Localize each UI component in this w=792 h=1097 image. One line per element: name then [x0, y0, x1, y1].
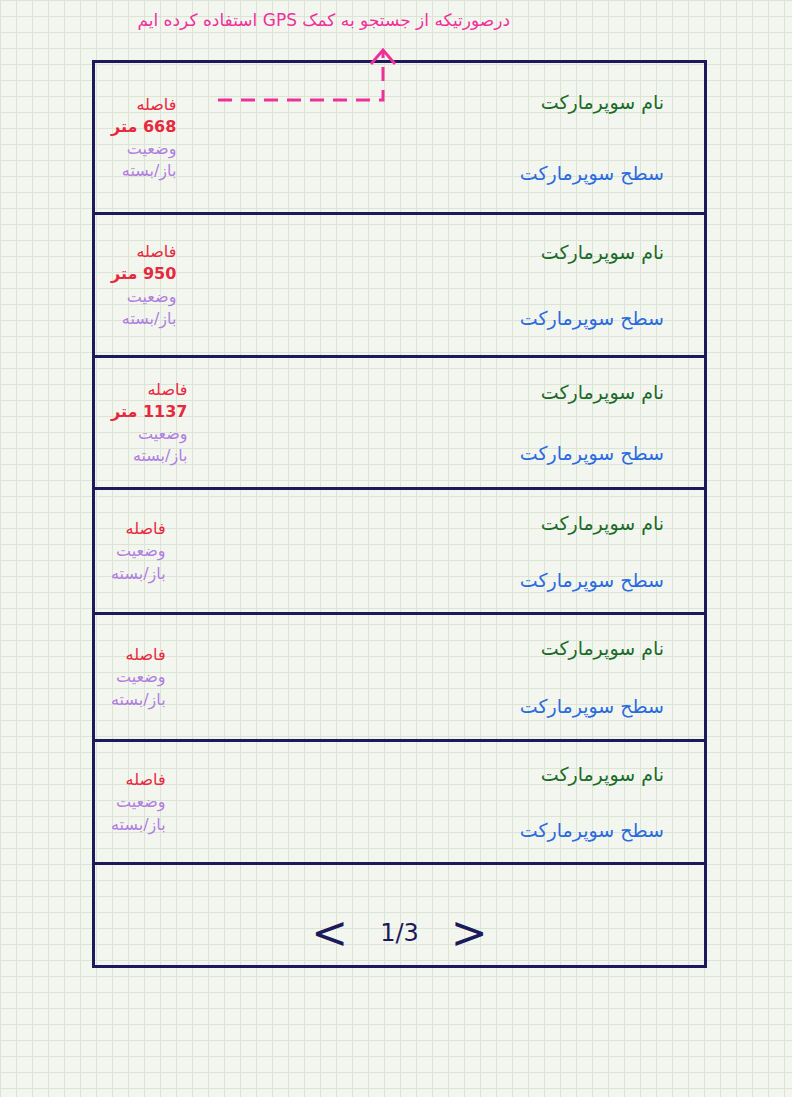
supermarket-row[interactable]: نام سوپرمارکت سطح سوپرمارکت فاصله وضعیت باز/…: [95, 742, 704, 865]
status-value: باز/بسته: [111, 690, 166, 709]
page-indicator: 1/3: [380, 919, 419, 955]
supermarket-level: سطح سوپرمارکت: [520, 819, 664, 841]
distance-label: فاصله: [111, 380, 188, 399]
status-label: وضعیت: [111, 667, 166, 686]
supermarket-list: نام سوپرمارکت سطح سوپرمارکت فاصله 668 متر وض…: [92, 60, 707, 968]
distance-label: فاصله: [111, 242, 176, 261]
supermarket-name: نام سوپرمارکت: [520, 241, 664, 263]
supermarket-meta: فاصله وضعیت باز/بسته: [103, 619, 166, 735]
supermarket-row[interactable]: نام سوپرمارکت سطح سوپرمارکت فاصله وضعیت باز/…: [95, 490, 704, 615]
pagination: <1/3 >: [95, 865, 704, 965]
supermarket-level: سطح سوپرمارکت: [520, 695, 664, 717]
status-label: وضعیت: [111, 139, 176, 158]
supermarket-info: نام سوپرمارکت سطح سوپرمارکت: [520, 67, 664, 208]
supermarket-meta: فاصله 1137 متر وضعیت باز/بسته: [103, 362, 188, 483]
status-value: باز/بسته: [111, 161, 176, 180]
supermarket-name: نام سوپرمارکت: [520, 381, 664, 403]
status-label: وضعیت: [111, 287, 176, 306]
status-value: باز/بسته: [111, 446, 188, 465]
next-button[interactable]: >: [451, 911, 488, 955]
supermarket-info: نام سوپرمارکت سطح سوپرمارکت: [520, 746, 664, 858]
dashed-arrow-icon: [0, 0, 792, 130]
supermarket-name: نام سوپرمارکت: [520, 637, 664, 659]
supermarket-meta: فاصله وضعیت باز/بسته: [103, 746, 166, 858]
supermarket-row[interactable]: نام سوپرمارکت سطح سوپرمارکت فاصله وضعیت باز/…: [95, 615, 704, 742]
supermarket-meta: فاصله 950 متر وضعیت باز/بسته: [103, 219, 176, 351]
supermarket-info: نام سوپرمارکت سطح سوپرمارکت: [520, 362, 664, 483]
status-value: باز/بسته: [111, 309, 176, 328]
status-value: باز/بسته: [111, 815, 166, 834]
status-label: وضعیت: [111, 424, 188, 443]
status-label: وضعیت: [111, 541, 166, 560]
distance-label: فاصله: [111, 95, 176, 114]
gps-annotation: درصورتیکه از جستجو به کمک GPS استفاده کر…: [137, 10, 510, 30]
prev-button[interactable]: <: [311, 911, 348, 955]
supermarket-level: سطح سوپرمارکت: [520, 569, 664, 591]
wireframe-page: درصورتیکه از جستجو به کمک GPS استفاده کر…: [0, 0, 792, 1097]
distance-value: 668 متر: [111, 117, 176, 136]
distance-label: فاصله: [111, 645, 166, 664]
supermarket-info: نام سوپرمارکت سطح سوپرمارکت: [520, 619, 664, 735]
supermarket-row[interactable]: نام سوپرمارکت سطح سوپرمارکت فاصله 1137 متر و…: [95, 358, 704, 490]
supermarket-row[interactable]: نام سوپرمارکت سطح سوپرمارکت فاصله 950 متر وض…: [95, 215, 704, 358]
supermarket-meta: فاصله 668 متر وضعیت باز/بسته: [103, 67, 176, 208]
supermarket-name: نام سوپرمارکت: [520, 512, 664, 534]
distance-value: 1137 متر: [111, 402, 188, 421]
distance-label: فاصله: [111, 519, 166, 538]
status-value: باز/بسته: [111, 564, 166, 583]
supermarket-name: نام سوپرمارکت: [520, 763, 664, 785]
supermarket-row[interactable]: نام سوپرمارکت سطح سوپرمارکت فاصله 668 متر وض…: [95, 63, 704, 215]
status-label: وضعیت: [111, 792, 166, 811]
distance-label: فاصله: [111, 770, 166, 789]
supermarket-level: سطح سوپرمارکت: [520, 162, 664, 184]
supermarket-level: سطح سوپرمارکت: [520, 307, 664, 329]
distance-value: 950 متر: [111, 264, 176, 283]
supermarket-level: سطح سوپرمارکت: [520, 442, 664, 464]
supermarket-meta: فاصله وضعیت باز/بسته: [103, 494, 166, 608]
supermarket-info: نام سوپرمارکت سطح سوپرمارکت: [520, 219, 664, 351]
supermarket-info: نام سوپرمارکت سطح سوپرمارکت: [520, 494, 664, 608]
supermarket-name: نام سوپرمارکت: [520, 91, 664, 113]
